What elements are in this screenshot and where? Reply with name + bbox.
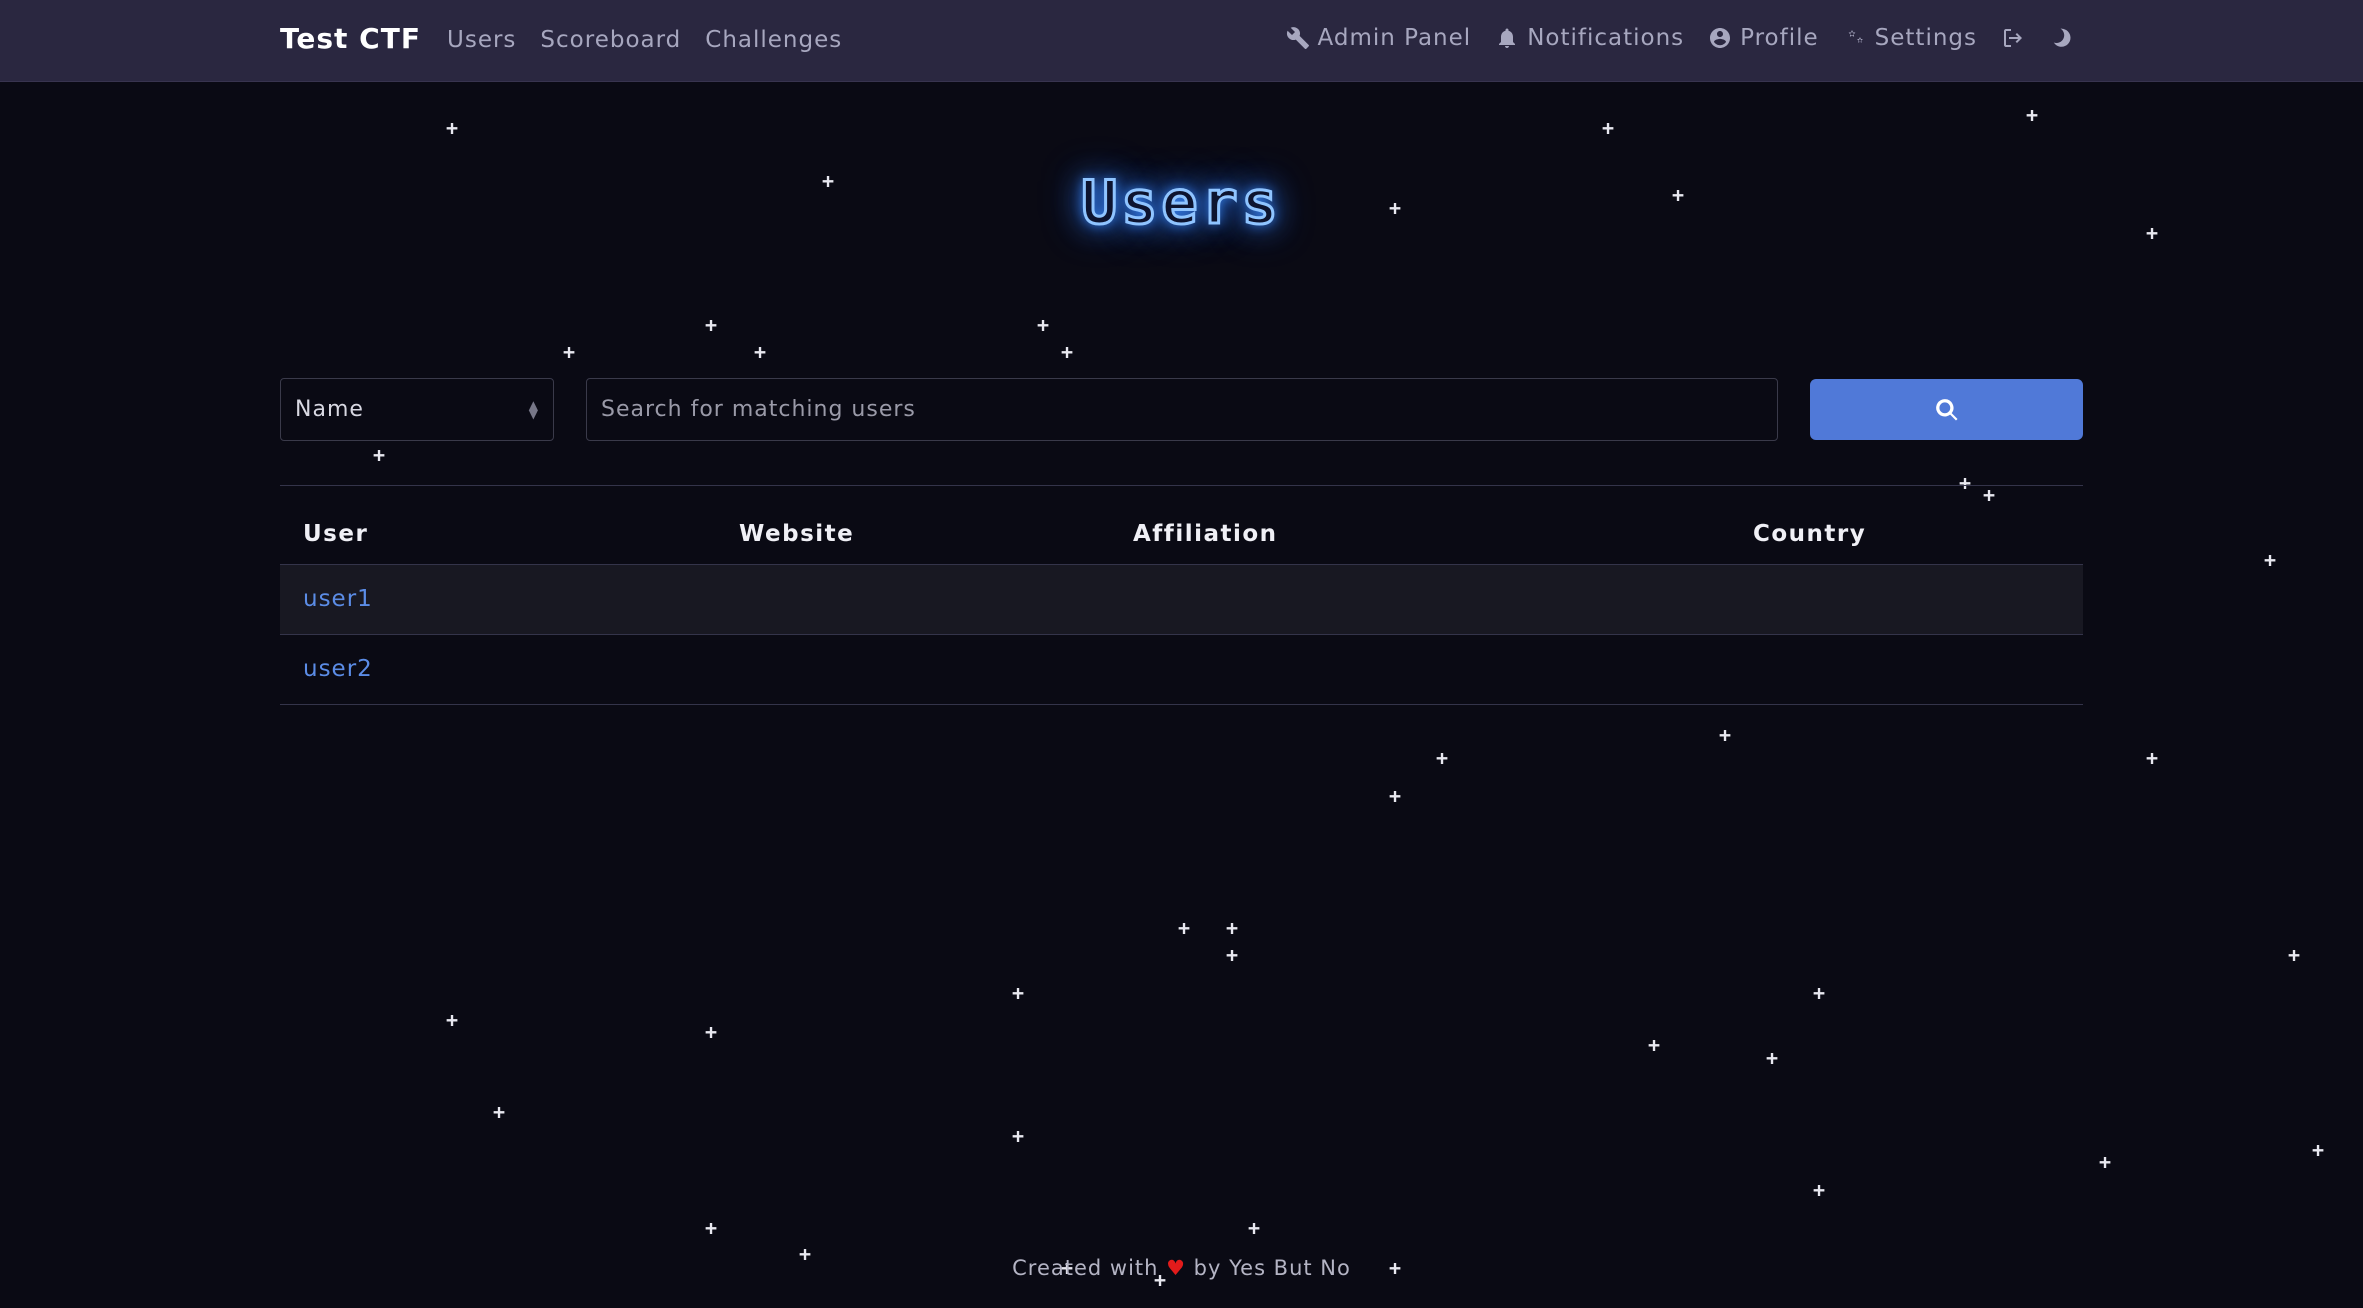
search-icon: [1935, 398, 1958, 421]
star-decoration: +: [1436, 746, 1449, 770]
primary-nav: Users Scoreboard Challenges: [447, 27, 842, 53]
search-field-select[interactable]: Name ▲ ▼: [280, 378, 554, 441]
star-decoration: +: [446, 1008, 459, 1032]
sign-out-icon: [2004, 29, 2022, 47]
footer-suffix: by Yes But No: [1193, 1256, 1351, 1280]
notifications-label: Notifications: [1527, 25, 1685, 51]
search-field-selected-value: Name: [295, 397, 364, 422]
star-decoration: +: [1813, 981, 1826, 1005]
secondary-nav: Admin Panel Notifications Profile Settin…: [1286, 25, 2073, 51]
column-header-country: Country: [1730, 505, 2083, 565]
star-decoration: +: [1037, 313, 1050, 337]
user-cell: user2: [280, 634, 716, 705]
country-cell: [1730, 634, 2083, 705]
nav-link-challenges[interactable]: Challenges: [705, 27, 842, 53]
star-decoration: +: [1602, 116, 1615, 140]
star-decoration: +: [1012, 1124, 1025, 1148]
nav-link-profile[interactable]: Profile: [1708, 25, 1819, 51]
star-decoration: +: [373, 443, 386, 467]
users-table: User Website Affiliation Country user1 u…: [280, 505, 2083, 705]
brand-logo-link[interactable]: Test CTF: [280, 22, 421, 55]
nav-link-users[interactable]: Users: [447, 27, 516, 53]
affiliation-cell: [1110, 564, 1730, 635]
user-link[interactable]: user1: [303, 586, 373, 612]
user-cell: user1: [280, 564, 716, 635]
star-decoration: +: [1061, 340, 1074, 364]
column-header-user: User: [280, 505, 716, 565]
settings-label: Settings: [1874, 25, 1977, 51]
moon-icon: [2053, 28, 2071, 47]
cogs-icon: [1848, 30, 1863, 43]
section-divider: [280, 485, 2083, 486]
star-decoration: +: [1389, 784, 1402, 808]
star-decoration: +: [1226, 916, 1239, 940]
star-decoration: +: [1226, 943, 1239, 967]
column-header-website: Website: [716, 505, 1110, 565]
nav-link-notifications[interactable]: Notifications: [1495, 25, 1684, 51]
heart-icon: ♥: [1166, 1256, 1186, 1280]
search-button[interactable]: [1810, 379, 2083, 440]
star-decoration: +: [493, 1100, 506, 1124]
star-decoration: +: [1012, 981, 1025, 1005]
wrench-icon: [1286, 27, 1309, 49]
affiliation-cell: [1110, 634, 1730, 705]
column-header-affiliation: Affiliation: [1110, 505, 1730, 565]
star-decoration: +: [1719, 723, 1732, 747]
admin-panel-label: Admin Panel: [1317, 25, 1472, 51]
select-arrows-icon: ▲ ▼: [528, 397, 539, 421]
star-decoration: +: [705, 313, 718, 337]
star-decoration: +: [2264, 548, 2277, 572]
nav-link-admin-panel[interactable]: Admin Panel: [1286, 25, 1472, 51]
star-decoration: +: [1983, 483, 1996, 507]
star-decoration: +: [705, 1216, 718, 1240]
logout-button[interactable]: [2001, 26, 2025, 50]
table-row: user2: [280, 634, 2083, 705]
website-cell: [716, 564, 1110, 635]
star-decoration: +: [754, 340, 767, 364]
user-circle-icon: [1710, 28, 1731, 48]
theme-toggle-button[interactable]: [2049, 26, 2073, 50]
profile-label: Profile: [1740, 25, 1819, 51]
star-decoration: +: [446, 116, 459, 140]
star-decoration: +: [563, 340, 576, 364]
footer-prefix: Created with: [1012, 1256, 1159, 1280]
page-title: Users: [1080, 167, 1282, 240]
search-input[interactable]: [586, 378, 1778, 441]
user-link[interactable]: user2: [303, 656, 373, 682]
table-row: user1: [280, 564, 2083, 635]
footer: Created with ♥ by Yes But No: [0, 1256, 2363, 1280]
star-decoration: +: [2026, 103, 2039, 127]
star-decoration: +: [2146, 746, 2159, 770]
star-decoration: +: [1766, 1046, 1779, 1070]
star-decoration: +: [705, 1020, 718, 1044]
star-decoration: +: [1648, 1033, 1661, 1057]
nav-link-scoreboard[interactable]: Scoreboard: [540, 27, 681, 53]
website-cell: [716, 634, 1110, 705]
bell-icon: [1499, 28, 1516, 48]
country-cell: [1730, 564, 2083, 635]
table-header: User Website Affiliation Country: [280, 505, 2083, 565]
star-decoration: +: [1959, 471, 1972, 495]
star-decoration: +: [2312, 1138, 2325, 1162]
star-decoration: +: [2099, 1150, 2112, 1174]
star-decoration: +: [1813, 1178, 1826, 1202]
top-navbar: Test CTF Users Scoreboard Challenges Adm…: [0, 0, 2363, 82]
star-decoration: +: [1178, 916, 1191, 940]
star-decoration: +: [2288, 943, 2301, 967]
nav-link-settings[interactable]: Settings: [1843, 25, 1977, 51]
star-decoration: +: [1248, 1216, 1261, 1240]
